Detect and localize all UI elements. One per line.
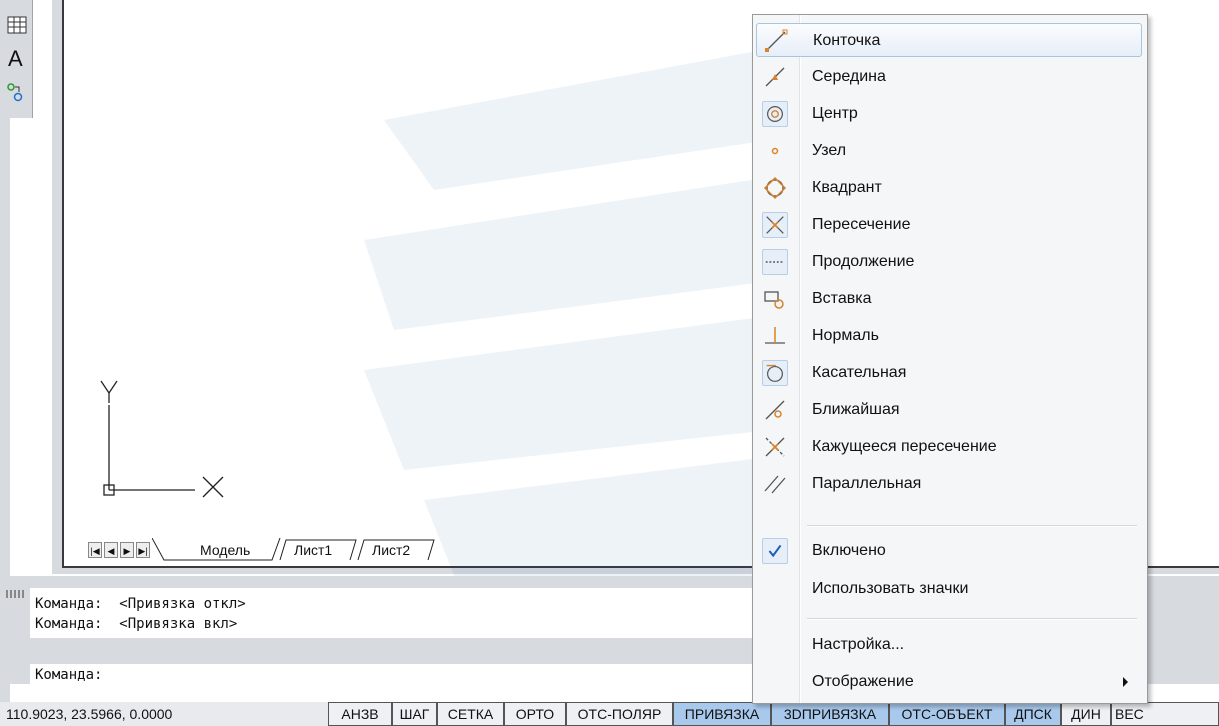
menu-item-node[interactable]: Узел: [756, 134, 1142, 168]
center-icon: [762, 101, 788, 127]
osnap-context-menu: Конточка Середина Центр Узел Квадрант Пе…: [752, 14, 1148, 704]
parallel-icon: [764, 475, 786, 494]
menu-label: Нормаль: [812, 327, 879, 344]
drag-grip-icon[interactable]: [6, 590, 24, 598]
menu-item-parallel[interactable]: Параллельная: [756, 467, 1142, 501]
text-icon[interactable]: A: [6, 46, 28, 71]
quadrant-icon: [763, 176, 787, 200]
menu-item-display[interactable]: Отображение: [756, 665, 1142, 699]
toggle-snap[interactable]: ШАГ: [392, 702, 437, 726]
toggle-ortho[interactable]: ОРТО: [504, 702, 566, 726]
menu-label: Середина: [812, 68, 886, 85]
menu-item-perpendicular[interactable]: Нормаль: [756, 319, 1142, 353]
menu-label: Параллельная: [812, 475, 922, 492]
table-icon[interactable]: [6, 14, 28, 38]
attribute-icon[interactable]: [6, 80, 28, 104]
toggle-polar[interactable]: ОТС-ПОЛЯР: [566, 702, 673, 726]
menu-label: Настройка...: [812, 636, 905, 653]
menu-label: Включено: [812, 542, 886, 559]
menu-item-apparent-intersection[interactable]: Кажущееся пересечение: [756, 430, 1142, 464]
menu-label: Узел: [812, 142, 847, 159]
menu-item-midpoint[interactable]: Середина: [756, 60, 1142, 94]
toggle-dyn[interactable]: ДИН: [1061, 702, 1111, 726]
node-icon: [771, 147, 779, 155]
menu-label: Использовать значки: [812, 580, 969, 597]
command-input[interactable]: Команда:: [30, 664, 765, 686]
status-bar: 110.9023, 23.5966, 0.0000 АНЗВ ШАГ СЕТКА…: [0, 702, 1219, 726]
tab-sheet2[interactable]: Лист2: [366, 540, 416, 560]
nearest-icon: [765, 400, 785, 420]
toggle-anzv[interactable]: АНЗВ: [328, 702, 392, 726]
layout-tabs: |◀ ◀ ▶ ▶| Модель Лист1 Лист2: [82, 534, 762, 562]
extension-icon: [762, 249, 788, 275]
endpoint-icon: [765, 29, 788, 52]
menu-item-intersection[interactable]: Пересечение: [756, 208, 1142, 242]
apparent-intersection-icon: [765, 437, 785, 457]
submenu-arrow-icon: [1123, 677, 1128, 687]
command-history: Команда: <Привязка откл> Команда: <Привя…: [30, 588, 765, 638]
tab-nav-next-button[interactable]: ▶: [120, 542, 134, 558]
perpendicular-icon: [765, 327, 785, 344]
tab-nav-prev-button[interactable]: ◀: [104, 542, 118, 558]
toggle-lineweight[interactable]: ВЕС: [1111, 702, 1219, 726]
menu-item-quadrant[interactable]: Квадрант: [756, 171, 1142, 205]
menu-label: Касательная: [812, 364, 907, 381]
tab-sheet1[interactable]: Лист1: [288, 540, 338, 560]
menu-item-extension[interactable]: Продолжение: [756, 245, 1142, 279]
menu-label: Отображение: [812, 673, 914, 690]
menu-item-settings[interactable]: Настройка...: [756, 628, 1142, 662]
menu-separator: [807, 618, 1137, 620]
svg-text:A: A: [8, 46, 23, 70]
midpoint-icon: [765, 67, 785, 87]
menu-item-endpoint[interactable]: Конточка: [756, 23, 1142, 57]
intersection-icon: [762, 212, 788, 238]
history-line: Команда: <Привязка вкл>: [35, 616, 238, 632]
tangent-icon: [762, 360, 788, 386]
toggle-otrack[interactable]: ОТС-ОБЪЕКТ: [889, 702, 1005, 726]
menu-label: Центр: [812, 105, 858, 122]
menu-item-center[interactable]: Центр: [756, 97, 1142, 131]
toggle-3dosnap[interactable]: 3DПРИВЯЗКА: [771, 702, 889, 726]
ucs-icon: [100, 380, 224, 498]
tab-nav-first-button[interactable]: |◀: [88, 542, 102, 558]
history-line: Команда: <Привязка откл>: [35, 596, 246, 612]
menu-item-use-icons[interactable]: Использовать значки: [756, 572, 1142, 606]
insertion-icon: [764, 291, 784, 309]
menu-item-insertion[interactable]: Вставка: [756, 282, 1142, 316]
toggle-grid[interactable]: СЕТКА: [437, 702, 504, 726]
menu-label: Кажущееся пересечение: [812, 438, 997, 455]
menu-separator: [807, 525, 1137, 527]
menu-label: Продолжение: [812, 253, 915, 270]
menu-item-nearest[interactable]: Ближайшая: [756, 393, 1142, 427]
menu-item-tangent[interactable]: Касательная: [756, 356, 1142, 390]
menu-label: Вставка: [812, 290, 872, 307]
menu-label: Пересечение: [812, 216, 911, 233]
menu-label: Ближайшая: [812, 401, 900, 418]
checkmark-icon: [762, 538, 788, 564]
menu-label: Конточка: [813, 32, 881, 49]
menu-item-enabled[interactable]: Включено: [756, 534, 1142, 568]
tab-nav-last-button[interactable]: ▶|: [136, 542, 150, 558]
left-toolbar: A: [0, 0, 33, 118]
toggle-osnap[interactable]: ПРИВЯЗКА: [673, 702, 771, 726]
menu-label: Квадрант: [812, 179, 882, 196]
coordinates-readout[interactable]: 110.9023, 23.5966, 0.0000: [6, 702, 172, 726]
tab-model[interactable]: Модель: [194, 540, 256, 560]
toggle-ducs[interactable]: ДПСК: [1005, 702, 1061, 726]
